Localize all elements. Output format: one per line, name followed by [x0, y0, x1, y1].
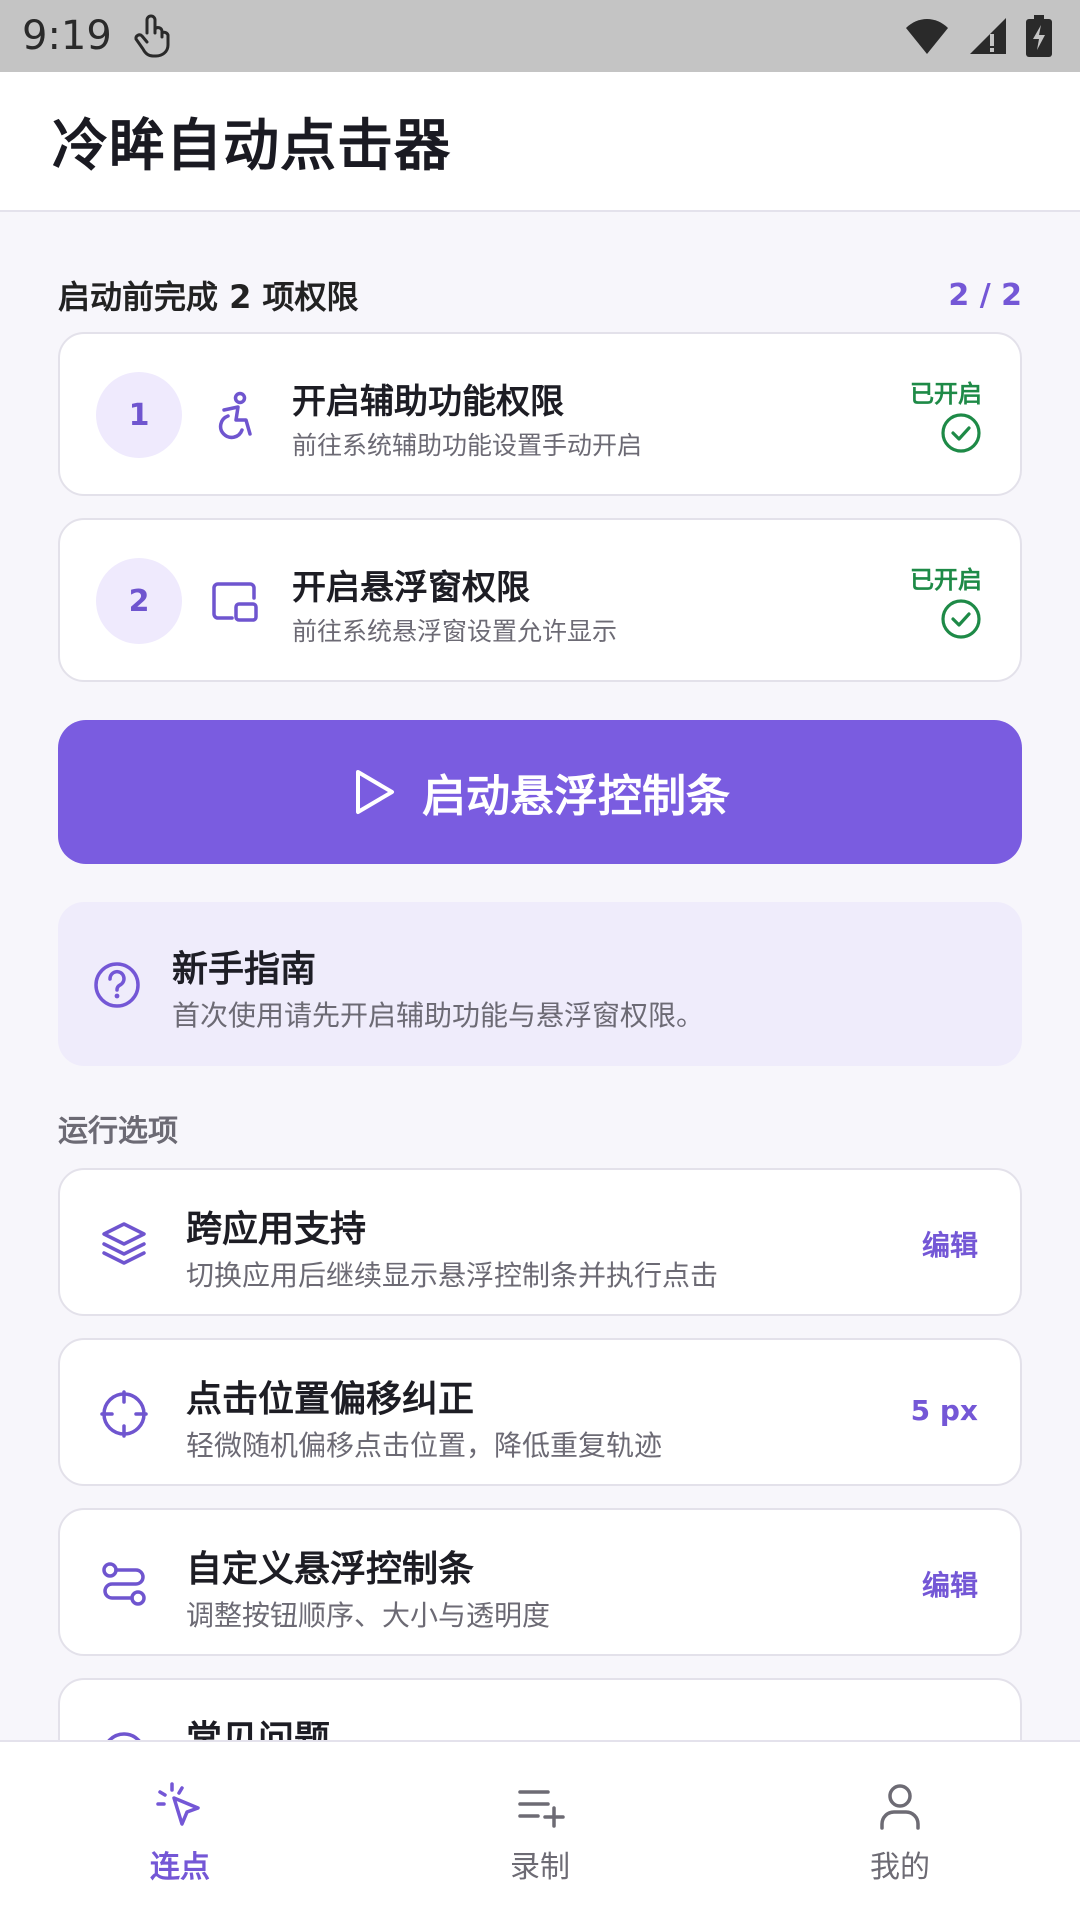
step-number-badge: 1: [96, 372, 182, 458]
edit-button[interactable]: 编辑: [922, 1564, 978, 1604]
route-icon: [102, 1562, 146, 1606]
option-subtitle: 调整按钮顺序、大小与透明度: [186, 1599, 551, 1632]
status-right: [904, 15, 1052, 57]
status-time: 9:19: [22, 13, 112, 59]
option-custom-floating-bar[interactable]: 自定义悬浮控制条 调整按钮顺序、大小与透明度 编辑: [58, 1508, 1022, 1656]
tap-icon: [156, 1782, 200, 1826]
signal-icon: [970, 18, 1006, 54]
start-button-label: 启动悬浮控制条: [422, 771, 730, 822]
option-subtitle: 切换应用后继续显示悬浮控制条并执行点击: [186, 1259, 719, 1292]
permission-card-accessibility[interactable]: 1 开启辅助功能权限 前往系统辅助功能设置手动开启 已开启: [58, 332, 1022, 496]
step-number-badge: 2: [96, 558, 182, 644]
app-title: 冷眸自动点击器: [52, 113, 451, 179]
permission-title: 开启辅助功能权限: [292, 382, 564, 422]
edit-button[interactable]: 编辑: [922, 1224, 978, 1264]
record-list-icon: [518, 1790, 565, 1828]
nav-label: 我的: [870, 1850, 930, 1885]
run-options-section-label: 运行选项: [58, 1114, 178, 1149]
accessibility-icon: [218, 391, 252, 440]
option-title: 点击位置偏移纠正: [186, 1379, 475, 1420]
option-subtitle: 轻微随机偏移点击位置，降低重复轨迹: [186, 1429, 663, 1462]
start-floating-bar-button[interactable]: 启动悬浮控制条: [58, 720, 1022, 864]
check-circle-icon: [941, 413, 981, 453]
nav-tab-profile[interactable]: 我的: [720, 1742, 1080, 1920]
play-icon: [356, 770, 394, 814]
faq-icon: [107, 1732, 141, 1740]
option-title: 跨应用支持: [186, 1209, 367, 1250]
nav-tab-record[interactable]: 录制: [360, 1742, 720, 1920]
guide-title: 新手指南: [172, 949, 317, 990]
permission-card-floating-window[interactable]: 2 开启悬浮窗权限 前往系统悬浮窗设置允许显示 已开启: [58, 518, 1022, 682]
offset-value-button[interactable]: 5 px: [911, 1394, 978, 1427]
nav-label: 连点: [150, 1850, 210, 1885]
battery-charging-icon: [1026, 15, 1052, 57]
permission-status-label: 已开启: [910, 566, 982, 594]
wifi-icon: [906, 19, 948, 54]
guide-subtitle: 首次使用请先开启辅助功能与悬浮窗权限。: [172, 999, 705, 1032]
nav-label: 录制: [510, 1850, 570, 1885]
help-icon: [94, 962, 140, 1008]
permission-subtitle: 前往系统悬浮窗设置允许显示: [292, 617, 618, 646]
app-bar: 冷眸自动点击器: [0, 72, 1080, 212]
floating-window-icon: [212, 582, 258, 622]
permission-subtitle: 前往系统辅助功能设置手动开启: [292, 431, 643, 460]
touch-indicator-icon: [134, 14, 170, 58]
layers-icon: [102, 1222, 146, 1265]
profile-icon: [880, 1784, 920, 1830]
nav-tab-tap[interactable]: 连点: [0, 1742, 360, 1920]
status-bar: 9:19: [0, 0, 1080, 72]
permission-status-label: 已开启: [910, 380, 982, 408]
permissions-progress-count: 2 / 2: [948, 277, 1022, 313]
permission-title: 开启悬浮窗权限: [292, 568, 530, 608]
check-circle-icon: [941, 599, 981, 639]
permissions-header-title: 启动前完成 2 项权限: [58, 278, 359, 316]
option-title: 常见问题: [186, 1719, 331, 1740]
option-faq[interactable]: 常见问题: [58, 1678, 1022, 1740]
permissions-header: 启动前完成 2 项权限 2 / 2: [58, 272, 1022, 318]
beginner-guide-card[interactable]: 新手指南 首次使用请先开启辅助功能与悬浮窗权限。: [58, 902, 1022, 1066]
crosshair-icon: [100, 1390, 148, 1438]
option-title: 自定义悬浮控制条: [186, 1549, 475, 1590]
option-cross-app-support[interactable]: 跨应用支持 切换应用后继续显示悬浮控制条并执行点击 编辑: [58, 1168, 1022, 1316]
bottom-navigation: 连点 录制 我的: [0, 1740, 1080, 1920]
status-left: 9:19: [22, 13, 172, 59]
option-click-offset-correction[interactable]: 点击位置偏移纠正 轻微随机偏移点击位置，降低重复轨迹 5 px: [58, 1338, 1022, 1486]
main-content[interactable]: 启动前完成 2 项权限 2 / 2 1 开启辅助功能权限 前往系统辅助功能设置手…: [0, 214, 1080, 1740]
